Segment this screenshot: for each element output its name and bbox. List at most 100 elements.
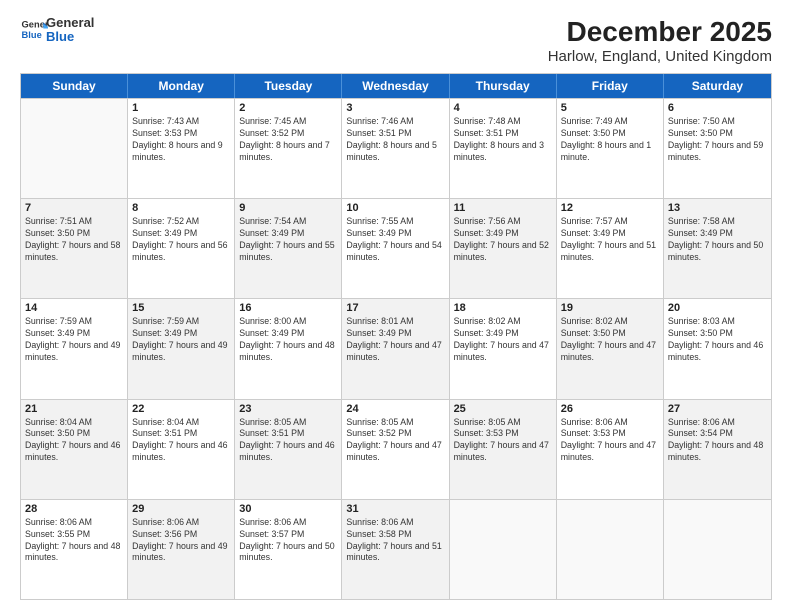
logo-line2: Blue: [46, 30, 94, 44]
calendar-cell: [664, 500, 771, 599]
day-info: Sunrise: 7:52 AM Sunset: 3:49 PM Dayligh…: [132, 216, 230, 264]
calendar-row: 1 Sunrise: 7:43 AM Sunset: 3:53 PM Daylig…: [21, 98, 771, 198]
subtitle: Harlow, England, United Kingdom: [548, 48, 772, 65]
day-number: 31: [346, 503, 444, 515]
calendar-header-cell: Sunday: [21, 74, 128, 98]
calendar-cell: [450, 500, 557, 599]
calendar-cell: [21, 99, 128, 198]
day-number: 16: [239, 302, 337, 314]
calendar-cell: 9 Sunrise: 7:54 AM Sunset: 3:49 PM Daylig…: [235, 199, 342, 298]
day-number: 11: [454, 202, 552, 214]
calendar-cell: 14Sunrise: 7:59 AM Sunset: 3:49 PM Dayli…: [21, 299, 128, 398]
calendar-cell: [557, 500, 664, 599]
title-block: December 2025 Harlow, England, United Ki…: [548, 16, 772, 65]
day-number: 30: [239, 503, 337, 515]
calendar-row: 7 Sunrise: 7:51 AM Sunset: 3:50 PM Daylig…: [21, 198, 771, 298]
calendar-cell: 31 Sunrise: 8:06 AM Sunset: 3:58 PM Dayli…: [342, 500, 449, 599]
day-info: Sunrise: 7:55 AM Sunset: 3:49 PM Dayligh…: [346, 216, 444, 264]
calendar-cell: 2Sunrise: 7:45 AM Sunset: 3:52 PM Daylig…: [235, 99, 342, 198]
day-number: 22: [132, 403, 230, 415]
calendar-cell: 4Sunrise: 7:48 AM Sunset: 3:51 PM Daylig…: [450, 99, 557, 198]
calendar-header-cell: Wednesday: [342, 74, 449, 98]
calendar-cell: 21Sunrise: 8:04 AM Sunset: 3:50 PM Dayli…: [21, 400, 128, 499]
calendar-cell: 20 Sunrise: 8:03 AM Sunset: 3:50 PM Dayli…: [664, 299, 771, 398]
day-number: 27: [668, 403, 767, 415]
day-number: 14: [25, 302, 123, 314]
day-number: 28: [25, 503, 123, 515]
day-number: 6: [668, 102, 767, 114]
day-number: 17: [346, 302, 444, 314]
day-info: Sunrise: 7:51 AM Sunset: 3:50 PM Dayligh…: [25, 216, 123, 264]
day-info: Sunrise: 8:02 AM Sunset: 3:49 PM Dayligh…: [454, 316, 552, 364]
day-info: Sunrise: 7:56 AM Sunset: 3:49 PM Dayligh…: [454, 216, 552, 264]
day-info: Sunrise: 8:06 AM Sunset: 3:55 PM Dayligh…: [25, 517, 123, 565]
calendar-header: SundayMondayTuesdayWednesdayThursdayFrid…: [21, 74, 771, 98]
calendar-cell: 12 Sunrise: 7:57 AM Sunset: 3:49 PM Dayli…: [557, 199, 664, 298]
calendar-cell: 29Sunrise: 8:06 AM Sunset: 3:56 PM Dayli…: [128, 500, 235, 599]
calendar-cell: 26 Sunrise: 8:06 AM Sunset: 3:53 PM Dayli…: [557, 400, 664, 499]
day-info: Sunrise: 7:54 AM Sunset: 3:49 PM Dayligh…: [239, 216, 337, 264]
day-number: 5: [561, 102, 659, 114]
day-number: 9: [239, 202, 337, 214]
day-number: 15: [132, 302, 230, 314]
calendar-cell: 6 Sunrise: 7:50 AM Sunset: 3:50 PM Daylig…: [664, 99, 771, 198]
day-info: Sunrise: 8:06 AM Sunset: 3:57 PM Dayligh…: [239, 517, 337, 565]
day-info: Sunrise: 8:06 AM Sunset: 3:58 PM Dayligh…: [346, 517, 444, 565]
day-info: Sunrise: 8:03 AM Sunset: 3:50 PM Dayligh…: [668, 316, 767, 364]
calendar-header-cell: Friday: [557, 74, 664, 98]
calendar-cell: 17 Sunrise: 8:01 AM Sunset: 3:49 PM Dayli…: [342, 299, 449, 398]
calendar-cell: 16Sunrise: 8:00 AM Sunset: 3:49 PM Dayli…: [235, 299, 342, 398]
day-info: Sunrise: 8:05 AM Sunset: 3:53 PM Dayligh…: [454, 417, 552, 465]
day-number: 26: [561, 403, 659, 415]
calendar-cell: 11 Sunrise: 7:56 AM Sunset: 3:49 PM Dayli…: [450, 199, 557, 298]
day-info: Sunrise: 7:58 AM Sunset: 3:49 PM Dayligh…: [668, 216, 767, 264]
day-number: 29: [132, 503, 230, 515]
calendar-cell: 24Sunrise: 8:05 AM Sunset: 3:52 PM Dayli…: [342, 400, 449, 499]
day-info: Sunrise: 7:50 AM Sunset: 3:50 PM Dayligh…: [668, 116, 767, 164]
day-number: 7: [25, 202, 123, 214]
day-number: 13: [668, 202, 767, 214]
calendar-cell: 30 Sunrise: 8:06 AM Sunset: 3:57 PM Dayli…: [235, 500, 342, 599]
day-info: Sunrise: 7:46 AM Sunset: 3:51 PM Dayligh…: [346, 116, 444, 164]
page: General Blue General Blue December 2025 …: [0, 0, 792, 612]
day-number: 20: [668, 302, 767, 314]
calendar-cell: 10 Sunrise: 7:55 AM Sunset: 3:49 PM Dayli…: [342, 199, 449, 298]
calendar-cell: 3 Sunrise: 7:46 AM Sunset: 3:51 PM Daylig…: [342, 99, 449, 198]
calendar-cell: 5 Sunrise: 7:49 AM Sunset: 3:50 PM Daylig…: [557, 99, 664, 198]
calendar-cell: 27 Sunrise: 8:06 AM Sunset: 3:54 PM Dayli…: [664, 400, 771, 499]
logo: General Blue General Blue: [20, 16, 94, 45]
calendar-cell: 22Sunrise: 8:04 AM Sunset: 3:51 PM Dayli…: [128, 400, 235, 499]
header: General Blue General Blue December 2025 …: [20, 16, 772, 65]
day-number: 3: [346, 102, 444, 114]
day-number: 2: [239, 102, 337, 114]
calendar-cell: 18Sunrise: 8:02 AM Sunset: 3:49 PM Dayli…: [450, 299, 557, 398]
day-info: Sunrise: 8:01 AM Sunset: 3:49 PM Dayligh…: [346, 316, 444, 364]
day-number: 25: [454, 403, 552, 415]
day-info: Sunrise: 8:02 AM Sunset: 3:50 PM Dayligh…: [561, 316, 659, 364]
day-info: Sunrise: 8:06 AM Sunset: 3:53 PM Dayligh…: [561, 417, 659, 465]
day-info: Sunrise: 7:43 AM Sunset: 3:53 PM Dayligh…: [132, 116, 230, 164]
calendar-cell: 25 Sunrise: 8:05 AM Sunset: 3:53 PM Dayli…: [450, 400, 557, 499]
calendar-header-cell: Tuesday: [235, 74, 342, 98]
day-number: 12: [561, 202, 659, 214]
calendar-cell: 7 Sunrise: 7:51 AM Sunset: 3:50 PM Daylig…: [21, 199, 128, 298]
day-info: Sunrise: 8:06 AM Sunset: 3:54 PM Dayligh…: [668, 417, 767, 465]
day-number: 23: [239, 403, 337, 415]
day-info: Sunrise: 7:57 AM Sunset: 3:49 PM Dayligh…: [561, 216, 659, 264]
day-number: 4: [454, 102, 552, 114]
day-number: 19: [561, 302, 659, 314]
calendar: SundayMondayTuesdayWednesdayThursdayFrid…: [20, 73, 772, 600]
day-number: 1: [132, 102, 230, 114]
logo-icon: General Blue: [20, 16, 48, 44]
day-number: 24: [346, 403, 444, 415]
calendar-body: 1 Sunrise: 7:43 AM Sunset: 3:53 PM Daylig…: [21, 98, 771, 599]
day-info: Sunrise: 7:49 AM Sunset: 3:50 PM Dayligh…: [561, 116, 659, 164]
day-number: 21: [25, 403, 123, 415]
calendar-cell: 23Sunrise: 8:05 AM Sunset: 3:51 PM Dayli…: [235, 400, 342, 499]
calendar-row: 21Sunrise: 8:04 AM Sunset: 3:50 PM Dayli…: [21, 399, 771, 499]
calendar-cell: 15Sunrise: 7:59 AM Sunset: 3:49 PM Dayli…: [128, 299, 235, 398]
day-number: 10: [346, 202, 444, 214]
calendar-cell: 8Sunrise: 7:52 AM Sunset: 3:49 PM Daylig…: [128, 199, 235, 298]
logo-line1: General: [46, 16, 94, 30]
calendar-header-cell: Thursday: [450, 74, 557, 98]
